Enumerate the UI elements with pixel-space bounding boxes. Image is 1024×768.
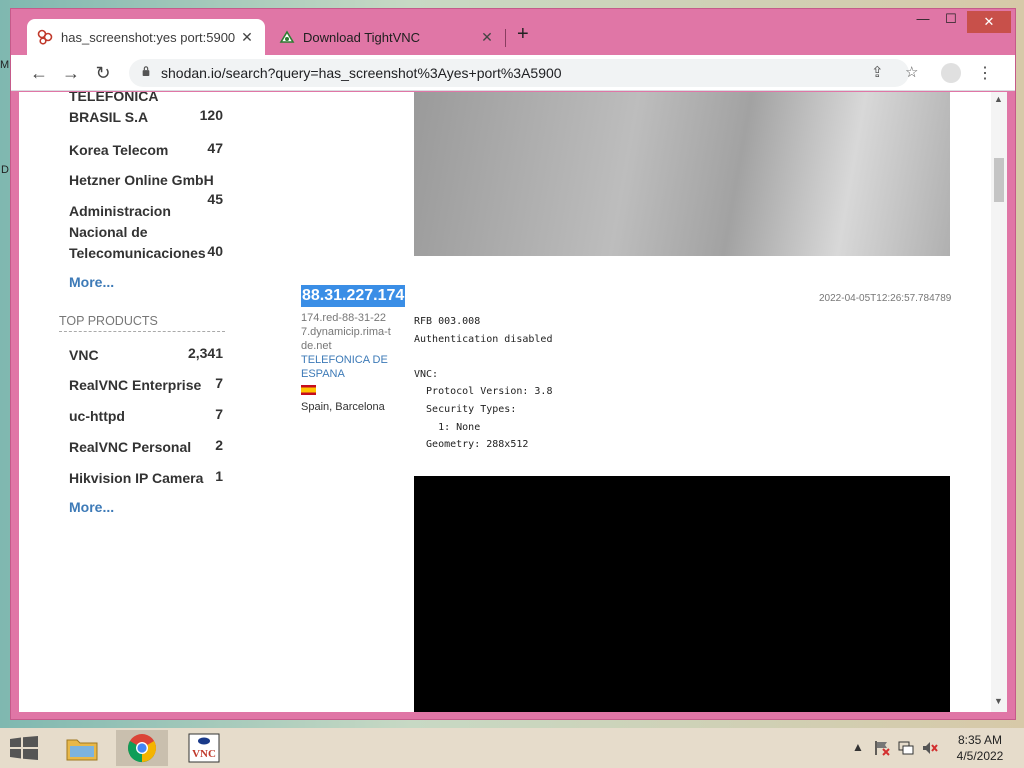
tab-title: Download TightVNC bbox=[303, 29, 421, 45]
folder-icon bbox=[66, 739, 98, 761]
profile-avatar[interactable] bbox=[941, 63, 961, 83]
new-tab-button[interactable]: + bbox=[517, 23, 529, 46]
tab-title: has_screenshot:yes port:5900 - S bbox=[61, 29, 239, 45]
facet-label: uc-httpd bbox=[69, 408, 125, 424]
clock-date: 4/5/2022 bbox=[956, 749, 1004, 763]
result-banner: RFB 003.008 Authentication disabled VNC:… bbox=[414, 316, 553, 451]
vnc-viewer-taskbar-button[interactable]: VNC bbox=[178, 730, 230, 766]
facet-count: 47 bbox=[207, 140, 223, 156]
scroll-up-arrow-icon[interactable]: ▲ bbox=[994, 94, 1003, 104]
page-scrollbar[interactable]: ▲ ▼ bbox=[991, 92, 1007, 712]
clock-time: 8:35 AM bbox=[957, 733, 1003, 747]
result-org-link[interactable]: TELEFONICA DE ESPANA bbox=[301, 353, 391, 381]
facet-item-product[interactable]: RealVNC Personal 2 bbox=[69, 437, 223, 458]
minimize-button[interactable]: — bbox=[913, 11, 933, 35]
scroll-down-arrow-icon[interactable]: ▼ bbox=[994, 696, 1003, 706]
tab-strip: has_screenshot:yes port:5900 - S ✕ Downl… bbox=[11, 9, 1015, 55]
reload-button[interactable]: ↻ bbox=[91, 61, 115, 85]
facet-item-org[interactable]: Korea Telecom 47 bbox=[69, 140, 223, 161]
shodan-favicon-icon bbox=[37, 29, 53, 45]
facet-label: RealVNC Enterprise bbox=[69, 377, 202, 393]
facet-item-org[interactable]: Administracion Nacional de Telecomunicac… bbox=[69, 201, 223, 264]
bookmark-star-icon[interactable]: ☆ bbox=[905, 63, 918, 81]
facet-label: Hetzner Online GmbH bbox=[69, 172, 214, 188]
facet-count: 2 bbox=[215, 437, 223, 453]
browser-menu-icon[interactable]: ⋮ bbox=[977, 63, 993, 83]
facet-label: RealVNC Personal bbox=[69, 439, 192, 455]
vnc-icon-label: VNC bbox=[192, 748, 216, 760]
tab-close-icon[interactable]: ✕ bbox=[239, 29, 255, 46]
products-more-link[interactable]: More... bbox=[69, 499, 114, 515]
facet-item-product[interactable]: uc-httpd 7 bbox=[69, 406, 223, 427]
facet-count: 7 bbox=[215, 375, 223, 391]
file-explorer-taskbar-button[interactable] bbox=[56, 730, 108, 766]
top-products-heading: TOP PRODUCTS bbox=[59, 314, 225, 332]
maximize-button[interactable]: ☐ bbox=[941, 11, 961, 35]
facet-count: 7 bbox=[215, 406, 223, 422]
facet-count: 40 bbox=[207, 243, 223, 259]
windows-start-icon[interactable] bbox=[10, 736, 38, 760]
browser-toolbar: ← → ↻ shodan.io/search?query=has_screens… bbox=[11, 55, 1015, 91]
result-location: Spain, Barcelona bbox=[301, 401, 385, 413]
facet-label: Administracion Nacional de Telecomunicac… bbox=[69, 203, 206, 261]
tightvnc-favicon-icon bbox=[279, 30, 295, 43]
chrome-icon bbox=[128, 734, 156, 763]
tray-expand-icon[interactable]: ▲ bbox=[852, 740, 864, 754]
page-content: TELEFONICA BRASIL S.A 120 Korea Telecom … bbox=[19, 92, 991, 712]
network-icon[interactable] bbox=[898, 740, 914, 756]
facet-item-product[interactable]: RealVNC Enterprise 7 bbox=[69, 375, 223, 396]
result-screenshot-thumbnail[interactable] bbox=[414, 92, 950, 256]
facet-item-product[interactable]: VNC 2,341 bbox=[69, 345, 223, 366]
result-timestamp: 2022-04-05T12:26:57.784789 bbox=[819, 293, 952, 304]
facet-count: 2,341 bbox=[187, 345, 223, 361]
facet-count: 120 bbox=[199, 107, 223, 123]
lock-icon bbox=[142, 66, 150, 76]
tab-tightvnc[interactable]: Download TightVNC ✕ bbox=[269, 19, 505, 55]
facet-item-org[interactable]: Hetzner Online GmbH 45 bbox=[69, 170, 223, 207]
taskbar-clock[interactable]: 8:35 AM 4/5/2022 bbox=[950, 732, 1010, 764]
tab-close-icon[interactable]: ✕ bbox=[479, 29, 495, 46]
action-center-flag-icon[interactable] bbox=[874, 740, 890, 756]
result-hostname: 174.red-88-31-227.dynamicip.rima-tde.net bbox=[301, 312, 391, 352]
volume-muted-icon[interactable] bbox=[922, 740, 938, 756]
scrollbar-thumb[interactable] bbox=[994, 158, 1004, 202]
facet-label: Hikvision IP Camera bbox=[69, 470, 204, 486]
chrome-taskbar-button[interactable] bbox=[116, 730, 168, 766]
spain-flag-icon bbox=[301, 385, 316, 395]
orgs-more-link[interactable]: More... bbox=[69, 274, 114, 290]
facet-label: TELEFONICA BRASIL S.A bbox=[69, 92, 158, 125]
back-button[interactable]: ← bbox=[27, 61, 51, 85]
facet-count: 1 bbox=[215, 468, 223, 484]
address-bar[interactable]: shodan.io/search?query=has_screenshot%3A… bbox=[129, 59, 918, 87]
desktop-edge-text: D bbox=[1, 164, 9, 176]
facet-item-org[interactable]: TELEFONICA BRASIL S.A 120 bbox=[69, 92, 223, 128]
result-ip-link[interactable]: 88.31.227.174 bbox=[301, 285, 406, 307]
facet-item-product[interactable]: Hikvision IP Camera 1 bbox=[69, 468, 223, 489]
vnc-icon: VNC bbox=[188, 733, 220, 763]
windows-taskbar: VNC ▲ 8:35 AM 4/5/2022 bbox=[0, 728, 1024, 768]
forward-button[interactable]: → bbox=[59, 61, 83, 85]
browser-window: has_screenshot:yes port:5900 - S ✕ Downl… bbox=[10, 8, 1016, 720]
facet-label: Korea Telecom bbox=[69, 142, 169, 158]
url-text: shodan.io/search?query=has_screenshot%3A… bbox=[161, 65, 562, 81]
desktop-edge-text: M bbox=[0, 59, 10, 71]
tab-separator bbox=[505, 29, 506, 47]
tab-shodan[interactable]: has_screenshot:yes port:5900 - S ✕ bbox=[27, 19, 265, 55]
close-window-button[interactable]: ✕ bbox=[967, 11, 1011, 33]
share-icon[interactable]: ⇪ bbox=[871, 63, 884, 81]
result-screenshot-thumbnail[interactable] bbox=[414, 476, 950, 712]
